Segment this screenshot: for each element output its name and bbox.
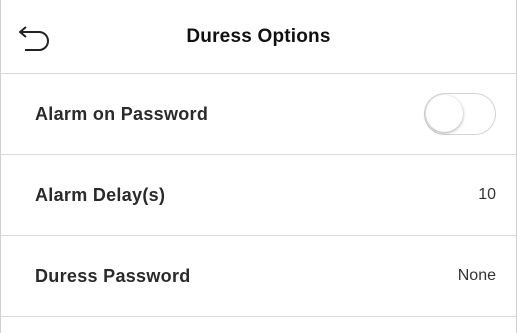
row-alarm-delay[interactable]: Alarm Delay(s) 10 — [1, 155, 516, 236]
toggle-knob — [426, 95, 463, 132]
row-duress-password[interactable]: Duress Password None — [1, 236, 516, 317]
alarm-delay-value: 10 — [478, 186, 496, 203]
duress-options-screen: Duress Options Alarm on Password Alarm D… — [0, 0, 517, 333]
back-arrow-icon — [19, 26, 49, 51]
header-bar: Duress Options — [1, 0, 516, 74]
back-button[interactable] — [15, 24, 51, 52]
row-alarm-on-password[interactable]: Alarm on Password — [1, 74, 516, 155]
page-title: Duress Options — [186, 25, 331, 47]
row-label: Alarm on Password — [35, 103, 209, 124]
row-label: Duress Password — [35, 265, 191, 286]
row-label: Alarm Delay(s) — [35, 184, 166, 205]
duress-password-value: None — [457, 267, 496, 284]
empty-area — [1, 317, 516, 333]
alarm-on-password-toggle[interactable] — [424, 93, 496, 135]
